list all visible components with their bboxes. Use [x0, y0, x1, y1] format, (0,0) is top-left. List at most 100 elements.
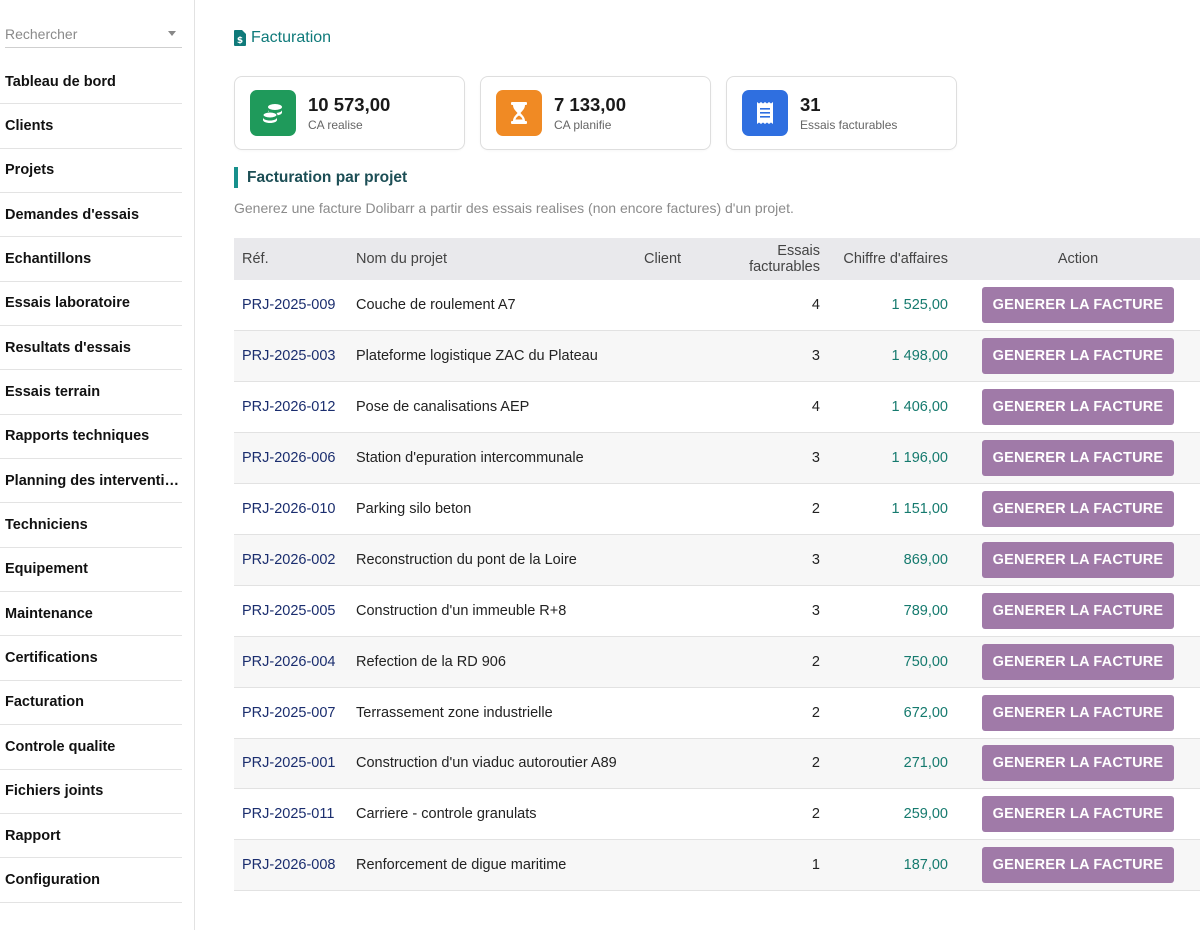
- project-ref-link[interactable]: PRJ-2026-004: [234, 636, 348, 687]
- table-row: PRJ-2025-003 Plateforme logistique ZAC d…: [234, 330, 1200, 382]
- project-ref-link[interactable]: PRJ-2026-006: [234, 433, 348, 484]
- generate-invoice-button[interactable]: GENERER LA FACTURE: [981, 643, 1175, 680]
- revenue-value: 1 498,00: [891, 348, 948, 365]
- project-client: [636, 433, 698, 484]
- stat-label: CA realise: [308, 117, 363, 132]
- sidebar-item-resultats-essais[interactable]: Resultats d'essais: [0, 326, 182, 371]
- generate-invoice-button[interactable]: GENERER LA FACTURE: [981, 541, 1175, 578]
- table-row: PRJ-2026-012 Pose de canalisations AEP 4…: [234, 382, 1200, 433]
- generate-invoice-button[interactable]: GENERER LA FACTURE: [981, 389, 1175, 426]
- generate-invoice-button[interactable]: GENERER LA FACTURE: [981, 694, 1175, 731]
- revenue-value: 789,00: [903, 602, 948, 619]
- sidebar-item-facturation[interactable]: Facturation: [0, 681, 182, 726]
- chevron-down-icon[interactable]: [168, 31, 176, 36]
- sidebar-item-label: Fichiers joints: [5, 783, 104, 800]
- revenue-value: 1 525,00: [891, 297, 948, 314]
- project-client: [636, 636, 698, 687]
- stat-card-ca-realise: 10 573,00 CA realise: [234, 76, 465, 150]
- project-client: [636, 331, 698, 382]
- project-ref-link[interactable]: PRJ-2026-008: [234, 840, 348, 891]
- receipt-icon: [742, 90, 788, 136]
- table-row: PRJ-2026-006 Station d'epuration interco…: [234, 432, 1200, 484]
- revenue-value: 271,00: [903, 755, 948, 772]
- action-cell: GENERER LA FACTURE: [956, 382, 1200, 433]
- stat-card-essais-facturables: 31 Essais facturables: [726, 76, 957, 150]
- table-row: PRJ-2025-011 Carriere - controle granula…: [234, 789, 1200, 840]
- search-box[interactable]: [5, 22, 182, 48]
- table-row: PRJ-2026-002 Reconstruction du pont de l…: [234, 534, 1200, 586]
- project-name: Refection de la RD 906: [356, 653, 506, 670]
- project-ref-link[interactable]: PRJ-2025-005: [234, 585, 348, 636]
- sidebar-item-essais-terrain[interactable]: Essais terrain: [0, 370, 182, 415]
- revenue-value: 259,00: [903, 806, 948, 823]
- sidebar-item-certifications[interactable]: Certifications: [0, 636, 182, 681]
- project-name: Plateforme logistique ZAC du Plateau: [356, 348, 598, 365]
- column-header-ca[interactable]: Chiffre d'affaires: [828, 238, 956, 280]
- project-client: [636, 840, 698, 891]
- sidebar-item-techniciens[interactable]: Techniciens: [0, 503, 182, 548]
- table-row: PRJ-2025-009 Couche de roulement A7 4 1 …: [234, 280, 1200, 331]
- sidebar-item-label: Tableau de bord: [5, 73, 116, 90]
- sidebar-item-configuration[interactable]: Configuration: [0, 858, 182, 903]
- section-title: Facturation par projet: [234, 167, 407, 188]
- revenue-value: 672,00: [903, 704, 948, 721]
- generate-invoice-button[interactable]: GENERER LA FACTURE: [981, 592, 1175, 629]
- sidebar-item-maintenance[interactable]: Maintenance: [0, 592, 182, 637]
- billable-count: 2: [811, 806, 820, 823]
- sidebar-item-equipement[interactable]: Equipement: [0, 548, 182, 593]
- sidebar-item-echantillons[interactable]: Echantillons: [0, 237, 182, 282]
- generate-invoice-button[interactable]: GENERER LA FACTURE: [981, 491, 1175, 527]
- sidebar-item-label: Maintenance: [5, 605, 93, 622]
- billable-count: 4: [811, 399, 820, 416]
- billable-count: 2: [811, 755, 820, 772]
- project-name: Renforcement de digue maritime: [356, 857, 567, 874]
- sidebar-item-fichiers-joints[interactable]: Fichiers joints: [0, 770, 182, 814]
- project-ref-link[interactable]: PRJ-2025-007: [234, 687, 348, 738]
- sidebar-item-label: Certifications: [5, 650, 98, 667]
- action-cell: GENERER LA FACTURE: [956, 534, 1200, 585]
- action-cell: GENERER LA FACTURE: [956, 738, 1200, 789]
- generate-invoice-button[interactable]: GENERER LA FACTURE: [981, 796, 1175, 833]
- action-cell: GENERER LA FACTURE: [956, 280, 1200, 331]
- sidebar-item-label: Rapport: [5, 827, 61, 844]
- project-ref-link[interactable]: PRJ-2025-011: [234, 789, 348, 840]
- project-ref-link[interactable]: PRJ-2026-010: [234, 484, 348, 535]
- action-cell: GENERER LA FACTURE: [956, 789, 1200, 840]
- table-row: PRJ-2025-007 Terrassement zone industrie…: [234, 687, 1200, 739]
- generate-invoice-button[interactable]: GENERER LA FACTURE: [981, 847, 1175, 884]
- project-ref-link[interactable]: PRJ-2025-001: [234, 738, 348, 789]
- sidebar-nav: Tableau de bord Clients Projets Demandes…: [0, 60, 182, 903]
- sidebar-item-essais-laboratoire[interactable]: Essais laboratoire: [0, 282, 182, 327]
- sidebar-item-label: Essais laboratoire: [5, 295, 130, 312]
- sidebar-item-controle-qualite[interactable]: Controle qualite: [0, 725, 182, 770]
- column-header-ref[interactable]: Réf.: [234, 238, 348, 280]
- generate-invoice-button[interactable]: GENERER LA FACTURE: [981, 745, 1175, 782]
- svg-text:$: $: [237, 36, 243, 46]
- column-header-count[interactable]: Essais facturables: [698, 238, 828, 280]
- sidebar-item-label: Resultats d'essais: [5, 339, 131, 356]
- generate-invoice-button[interactable]: GENERER LA FACTURE: [981, 338, 1175, 375]
- sidebar-item-projets[interactable]: Projets: [0, 149, 182, 194]
- page-title: $ Facturation: [234, 29, 331, 47]
- project-ref-link[interactable]: PRJ-2025-009: [234, 280, 348, 331]
- table-row: PRJ-2025-005 Construction d'un immeuble …: [234, 585, 1200, 637]
- project-ref-link[interactable]: PRJ-2026-002: [234, 534, 348, 585]
- sidebar-item-rapport[interactable]: Rapport: [0, 814, 182, 859]
- sidebar-item-label: Techniciens: [5, 517, 88, 534]
- column-header-name[interactable]: Nom du projet: [348, 238, 636, 280]
- sidebar-item-clients[interactable]: Clients: [0, 104, 182, 149]
- action-cell: GENERER LA FACTURE: [956, 484, 1200, 535]
- sidebar: Tableau de bord Clients Projets Demandes…: [0, 0, 195, 930]
- project-ref-link[interactable]: PRJ-2026-012: [234, 382, 348, 433]
- column-header-client[interactable]: Client: [636, 238, 698, 280]
- generate-invoice-button[interactable]: GENERER LA FACTURE: [981, 440, 1175, 477]
- sidebar-item-rapports-techniques[interactable]: Rapports techniques: [0, 415, 182, 460]
- project-ref-link[interactable]: PRJ-2025-003: [234, 331, 348, 382]
- generate-invoice-button[interactable]: GENERER LA FACTURE: [981, 287, 1175, 324]
- sidebar-item-label: Essais terrain: [5, 384, 101, 401]
- sidebar-item-tableau-de-bord[interactable]: Tableau de bord: [0, 60, 182, 105]
- sidebar-item-planning[interactable]: Planning des interventions: [0, 459, 182, 504]
- project-client: [636, 382, 698, 433]
- sidebar-item-demandes-essais[interactable]: Demandes d'essais: [0, 193, 182, 238]
- search-input[interactable]: [5, 22, 155, 46]
